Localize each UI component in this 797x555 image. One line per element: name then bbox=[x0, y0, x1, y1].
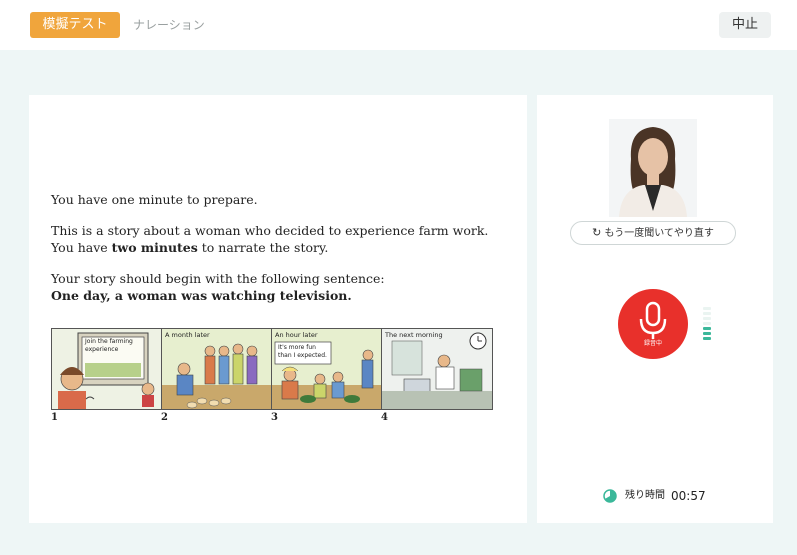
timer-label: 残り時間 bbox=[625, 490, 665, 501]
tv-text: Join the farming experience bbox=[85, 338, 133, 353]
comic-strip: Join the farming experience A month late… bbox=[51, 328, 493, 410]
panel-2-illustration bbox=[162, 329, 271, 409]
microphone-icon bbox=[639, 301, 667, 339]
story-line-2: You have two minutes to narrate the stor… bbox=[51, 239, 328, 256]
recording-label: 録音中 bbox=[643, 340, 662, 347]
record-button[interactable]: 録音中 bbox=[618, 289, 688, 359]
replay-icon: ↻ bbox=[592, 226, 602, 239]
tab-narration[interactable]: ナレーション bbox=[133, 12, 205, 38]
timer-value: 00:57 bbox=[671, 489, 706, 503]
panel-number-2: 2 bbox=[161, 412, 168, 423]
panel-number-1: 1 bbox=[51, 412, 58, 423]
timer-icon bbox=[603, 489, 617, 503]
tab-mock-test[interactable]: 模擬テスト bbox=[30, 12, 120, 38]
panel-3-illustration bbox=[272, 329, 381, 409]
story-line-2-suffix: to narrate the story. bbox=[197, 240, 329, 255]
begin-instruction: Your story should begin with the followi… bbox=[51, 271, 385, 286]
panel-number-3: 3 bbox=[271, 412, 278, 423]
panel-4-illustration bbox=[382, 329, 492, 409]
begin-sentence: One day, a woman was watching television… bbox=[51, 287, 352, 304]
story-line-2-prefix: You have bbox=[51, 240, 112, 255]
story-line-2-bold: two minutes bbox=[111, 240, 198, 255]
narrator-avatar bbox=[609, 119, 697, 217]
panel-2-caption: A month later bbox=[165, 331, 210, 339]
story-line-1: This is a story about a woman who decide… bbox=[51, 223, 489, 238]
speaking-panel: ↻ もう一度聞いてやり直す 録音中 残り時間 00:57 bbox=[537, 95, 773, 523]
comic-panel-1: Join the farming experience bbox=[52, 329, 162, 409]
panel-number-4: 4 bbox=[381, 412, 388, 423]
audio-level-meter bbox=[703, 307, 713, 343]
retry-listening-button[interactable]: ↻ もう一度聞いてやり直す bbox=[570, 221, 736, 245]
comic-panel-4: The next morning bbox=[382, 329, 492, 409]
question-panel: You have one minute to prepare. This is … bbox=[29, 95, 527, 523]
comic-panel-2: A month later bbox=[162, 329, 272, 409]
panel-4-caption: The next morning bbox=[385, 331, 443, 339]
panel-3-speech: It's more fun than I expected. bbox=[278, 344, 327, 359]
panel-3-caption: An hour later bbox=[275, 331, 318, 339]
top-bar: 模擬テスト ナレーション 中止 bbox=[0, 0, 797, 50]
replay-label: もう一度聞いてやり直す bbox=[604, 228, 714, 239]
narrator-avatar-image bbox=[609, 119, 697, 217]
comic-panel-3: An hour later It's more fun than I expec… bbox=[272, 329, 382, 409]
prepare-text: You have one minute to prepare. bbox=[51, 192, 258, 207]
stop-button[interactable]: 中止 bbox=[719, 12, 771, 38]
begin-sentence-bold: One day, a woman was watching television… bbox=[51, 288, 352, 303]
